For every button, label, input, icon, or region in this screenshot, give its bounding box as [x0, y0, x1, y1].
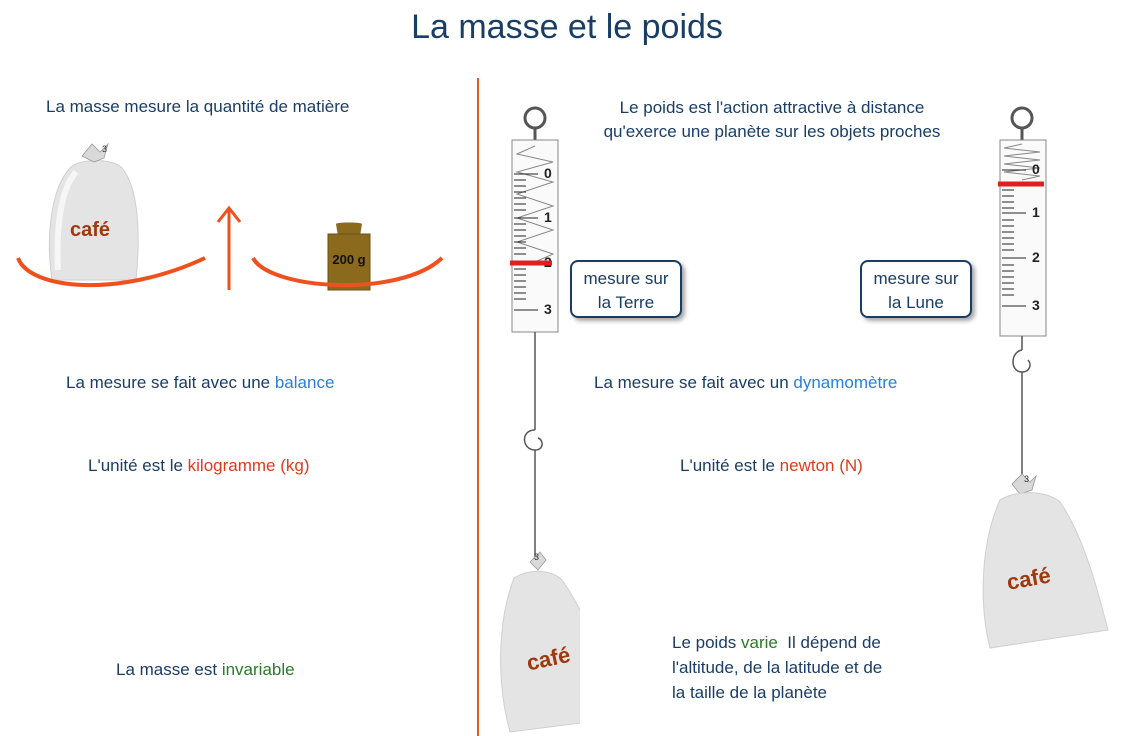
- mass-definition: La masse mesure la quantité de matière: [46, 97, 350, 116]
- callout-earth: mesure sur la Terre: [570, 260, 682, 318]
- balance-illustration: 3 café 200 g: [16, 142, 444, 291]
- coffee-bag-icon: 3 café: [48, 142, 139, 281]
- svg-text:3: 3: [534, 552, 539, 562]
- weight-instrument-text: La mesure se fait avec un dynamomètre: [594, 373, 898, 392]
- section-divider: [477, 78, 479, 736]
- spring-scale-icon: 0 1 2 3 3 café: [500, 106, 580, 733]
- varie-word: varie: [741, 633, 778, 652]
- weight-variation-text: Le poids varie Il dépend de l'altitude, …: [672, 630, 882, 705]
- newton-word: newton (N): [779, 456, 863, 475]
- weight-unit-text: L'unité est le newton (N): [680, 456, 863, 475]
- kilogram-word: kilogramme (kg): [187, 456, 310, 475]
- weight-variation-line3: la taille de la planète: [672, 683, 828, 702]
- scale-tick-label: 3: [1032, 297, 1040, 313]
- weight-definition-line1: Le poids est l'action attractive à dista…: [619, 98, 925, 117]
- scale-tick-label: 0: [544, 165, 552, 181]
- weight-definition-line2: qu'exerce une planète sur les objets pro…: [603, 122, 941, 141]
- callout-moon: mesure sur la Lune: [860, 260, 972, 318]
- mass-unit-text: L'unité est le kilogramme (kg): [88, 456, 310, 475]
- weight-variation-line1: Le poids varie Il dépend de: [672, 633, 881, 652]
- scale-tick-label: 1: [544, 209, 552, 225]
- invariable-word: invariable: [221, 660, 295, 679]
- balance-word: balance: [274, 373, 335, 392]
- scale-tick-label: 3: [544, 301, 552, 317]
- scale-tick-label: 0: [1032, 161, 1040, 177]
- up-arrow-icon: [216, 205, 242, 290]
- scale-tick-label: 1: [1032, 204, 1040, 220]
- weight-200g-icon: 200 g: [327, 222, 371, 291]
- bag-label-left: café: [70, 219, 110, 241]
- weight-variation-line2: l'altitude, de la latitude et de: [672, 658, 883, 677]
- hook-icon: [1012, 349, 1031, 373]
- dynamometre-word: dynamomètre: [793, 373, 898, 392]
- coffee-bag-icon: 3 café: [500, 551, 580, 733]
- mass-instrument-text: La mesure se fait avec une balance: [66, 373, 335, 392]
- hook-icon: [523, 429, 543, 451]
- coffee-bag-icon: 3 café: [982, 473, 1109, 649]
- weight-definition: Le poids est l'action attractive à dista…: [562, 96, 982, 144]
- svg-text:3: 3: [102, 144, 107, 154]
- spring-scale-icon: 0 1 2 3 3 café: [982, 106, 1109, 649]
- mass-invariance-text: La masse est invariable: [116, 660, 295, 679]
- scale-tick-label: 2: [1032, 249, 1040, 265]
- weight-label: 200 g: [332, 252, 365, 267]
- page-title: La masse et le poids: [411, 8, 723, 46]
- svg-text:3: 3: [1024, 474, 1029, 484]
